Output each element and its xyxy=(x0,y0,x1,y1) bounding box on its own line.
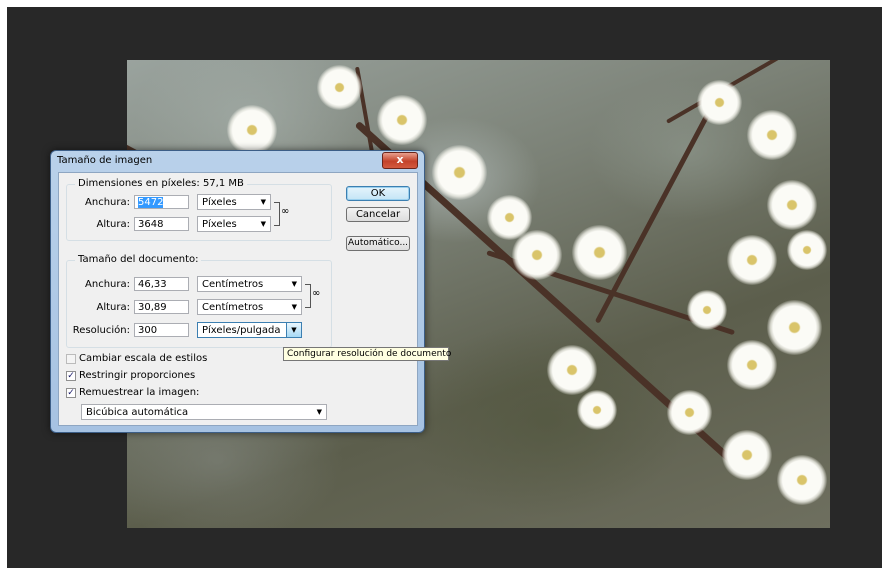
checkmark-icon: ✓ xyxy=(66,370,76,381)
chevron-down-icon: ▼ xyxy=(291,280,297,288)
photo-blossom xyxy=(572,225,627,280)
photo-blossom xyxy=(777,455,827,505)
photo-blossom xyxy=(547,345,597,395)
pixel-height-field[interactable]: 3648 xyxy=(134,217,189,231)
photo-blossom xyxy=(767,300,822,355)
doc-width-field[interactable]: 46,33 xyxy=(134,277,189,291)
pixel-width-field[interactable]: 5472 xyxy=(134,195,189,209)
chevron-down-icon: ▼ xyxy=(260,220,266,228)
scale-styles-checkbox[interactable]: Cambiar escala de estilos xyxy=(66,353,207,364)
photo-branch xyxy=(666,60,824,124)
photo-blossom xyxy=(747,110,797,160)
photo-blossom xyxy=(727,340,777,390)
image-size-dialog: Tamaño de imagen x Dimensiones en píxele… xyxy=(50,150,425,433)
photo-blossom xyxy=(767,180,817,230)
document-size-group: Tamaño del documento: Anchura: 46,33 Cen… xyxy=(66,254,332,348)
pixel-width-label: Anchura: xyxy=(85,197,130,208)
link-bracket xyxy=(305,284,311,308)
resample-method-select[interactable]: Bicúbica automática ▼ xyxy=(81,404,327,420)
dialog-titlebar[interactable]: Tamaño de imagen x xyxy=(51,151,424,171)
resolution-label: Resolución: xyxy=(72,325,130,336)
dialog-title: Tamaño de imagen xyxy=(57,155,153,166)
resolution-field[interactable]: 300 xyxy=(134,323,189,337)
photo-blossom xyxy=(577,390,617,430)
chain-link-icon: ∞ xyxy=(312,288,321,299)
resolution-tooltip: Configurar resolución de documento xyxy=(283,347,451,361)
constrain-label: Restringir proporciones xyxy=(79,370,196,381)
chevron-down-icon[interactable]: ▼ xyxy=(286,323,301,337)
scale-styles-label: Cambiar escala de estilos xyxy=(79,353,208,364)
doc-height-field[interactable]: 30,89 xyxy=(134,300,189,314)
resample-label: Remuestrear la imagen: xyxy=(79,387,200,398)
constrain-proportions-checkbox[interactable]: ✓ Restringir proporciones xyxy=(66,370,195,381)
pixel-height-unit-select[interactable]: Píxeles ▼ xyxy=(197,216,271,232)
dialog-client-area: Dimensiones en píxeles: 57,1 MB Anchura:… xyxy=(58,172,418,426)
cancel-button[interactable]: Cancelar xyxy=(346,207,410,222)
auto-button[interactable]: Automático... xyxy=(346,236,410,251)
photo-blossom xyxy=(687,290,727,330)
photo-blossom xyxy=(432,145,487,200)
doc-height-label: Altura: xyxy=(96,302,131,313)
close-button[interactable]: x xyxy=(382,152,418,169)
photo-blossom xyxy=(317,65,362,110)
photo-blossom xyxy=(512,230,562,280)
doc-width-label: Anchura: xyxy=(85,279,130,290)
doc-height-unit-select[interactable]: Centímetros ▼ xyxy=(197,299,302,315)
pixel-dimensions-legend: Dimensiones en píxeles: 57,1 MB xyxy=(75,178,247,189)
photo-blossom xyxy=(227,105,277,155)
photo-blossom xyxy=(377,95,427,145)
pixel-width-unit-select[interactable]: Píxeles ▼ xyxy=(197,194,271,210)
photo-blossom xyxy=(667,390,712,435)
photo-blossom xyxy=(727,235,777,285)
photo-blossom xyxy=(787,230,827,270)
pixel-dimensions-group: Dimensiones en píxeles: 57,1 MB Anchura:… xyxy=(66,178,332,241)
resample-checkbox[interactable]: ✓ Remuestrear la imagen: xyxy=(66,387,199,398)
checkmark-icon: ✓ xyxy=(66,387,76,398)
close-icon: x xyxy=(396,153,404,166)
chevron-down-icon: ▼ xyxy=(260,198,266,206)
chevron-down-icon: ▼ xyxy=(291,303,297,311)
checkbox-box xyxy=(66,353,76,364)
doc-width-unit-select[interactable]: Centímetros ▼ xyxy=(197,276,302,292)
link-bracket xyxy=(274,202,280,226)
resolution-unit-select[interactable]: Píxeles/pulgada ▼ xyxy=(197,322,302,338)
chevron-down-icon: ▼ xyxy=(316,408,322,416)
document-size-legend: Tamaño del documento: xyxy=(75,254,202,265)
photo-blossom xyxy=(697,80,742,125)
photo-blossom xyxy=(722,430,772,480)
photo-branch xyxy=(594,91,722,324)
ok-button[interactable]: OK xyxy=(346,186,410,201)
pixel-height-label: Altura: xyxy=(96,219,131,230)
chain-link-icon: ∞ xyxy=(281,206,290,217)
